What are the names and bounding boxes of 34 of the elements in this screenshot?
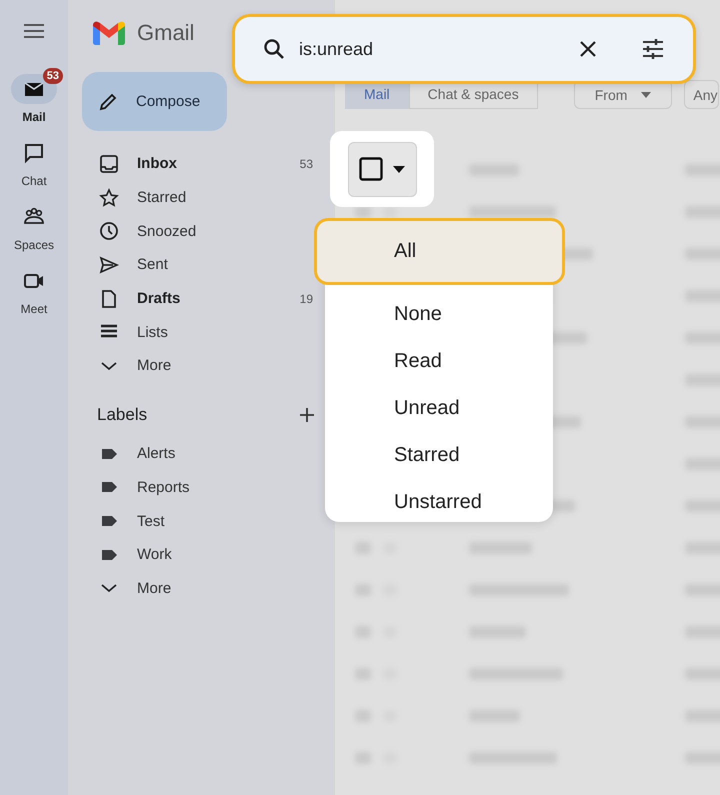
clock-icon — [99, 221, 119, 242]
unread-count: 19 — [300, 292, 313, 306]
plus-icon — [299, 406, 315, 423]
caret-icon — [393, 166, 405, 172]
app-logo-text: Gmail — [137, 20, 194, 46]
unread-count-badge: 53 — [42, 68, 63, 84]
rail-label: Mail — [22, 110, 46, 124]
envelope-logo-icon — [93, 21, 125, 45]
filter-options-icon — [641, 38, 665, 60]
unread-count: 53 — [300, 156, 313, 171]
search-icon — [263, 38, 285, 60]
chat-icon — [23, 142, 45, 164]
send-icon — [99, 254, 119, 275]
rail-label: Chat — [21, 174, 47, 188]
label-item[interactable]: Work — [82, 538, 335, 572]
compose-button[interactable]: Compose — [82, 72, 227, 131]
search-field[interactable]: is:unread — [232, 14, 696, 84]
document-icon — [99, 288, 119, 309]
star-icon — [99, 188, 119, 208]
rail-label: Spaces — [14, 238, 54, 252]
menu-icon — [24, 24, 44, 38]
rail-label: Meet — [20, 302, 48, 316]
select-dropdown-button[interactable] — [348, 142, 416, 196]
label-item[interactable]: More — [82, 572, 335, 606]
inbox-icon — [99, 154, 119, 174]
menu-option[interactable]: Unread — [325, 385, 553, 432]
pencil-icon — [98, 92, 118, 112]
checkbox-icon — [359, 157, 383, 181]
menu-option[interactable]: All — [314, 218, 565, 285]
folder-item[interactable]: Inbox 53 — [82, 147, 335, 181]
close-icon — [579, 40, 597, 58]
caret-icon — [641, 92, 652, 98]
folder-item[interactable]: Starred — [82, 180, 335, 214]
section-heading: Labels — [97, 404, 148, 425]
